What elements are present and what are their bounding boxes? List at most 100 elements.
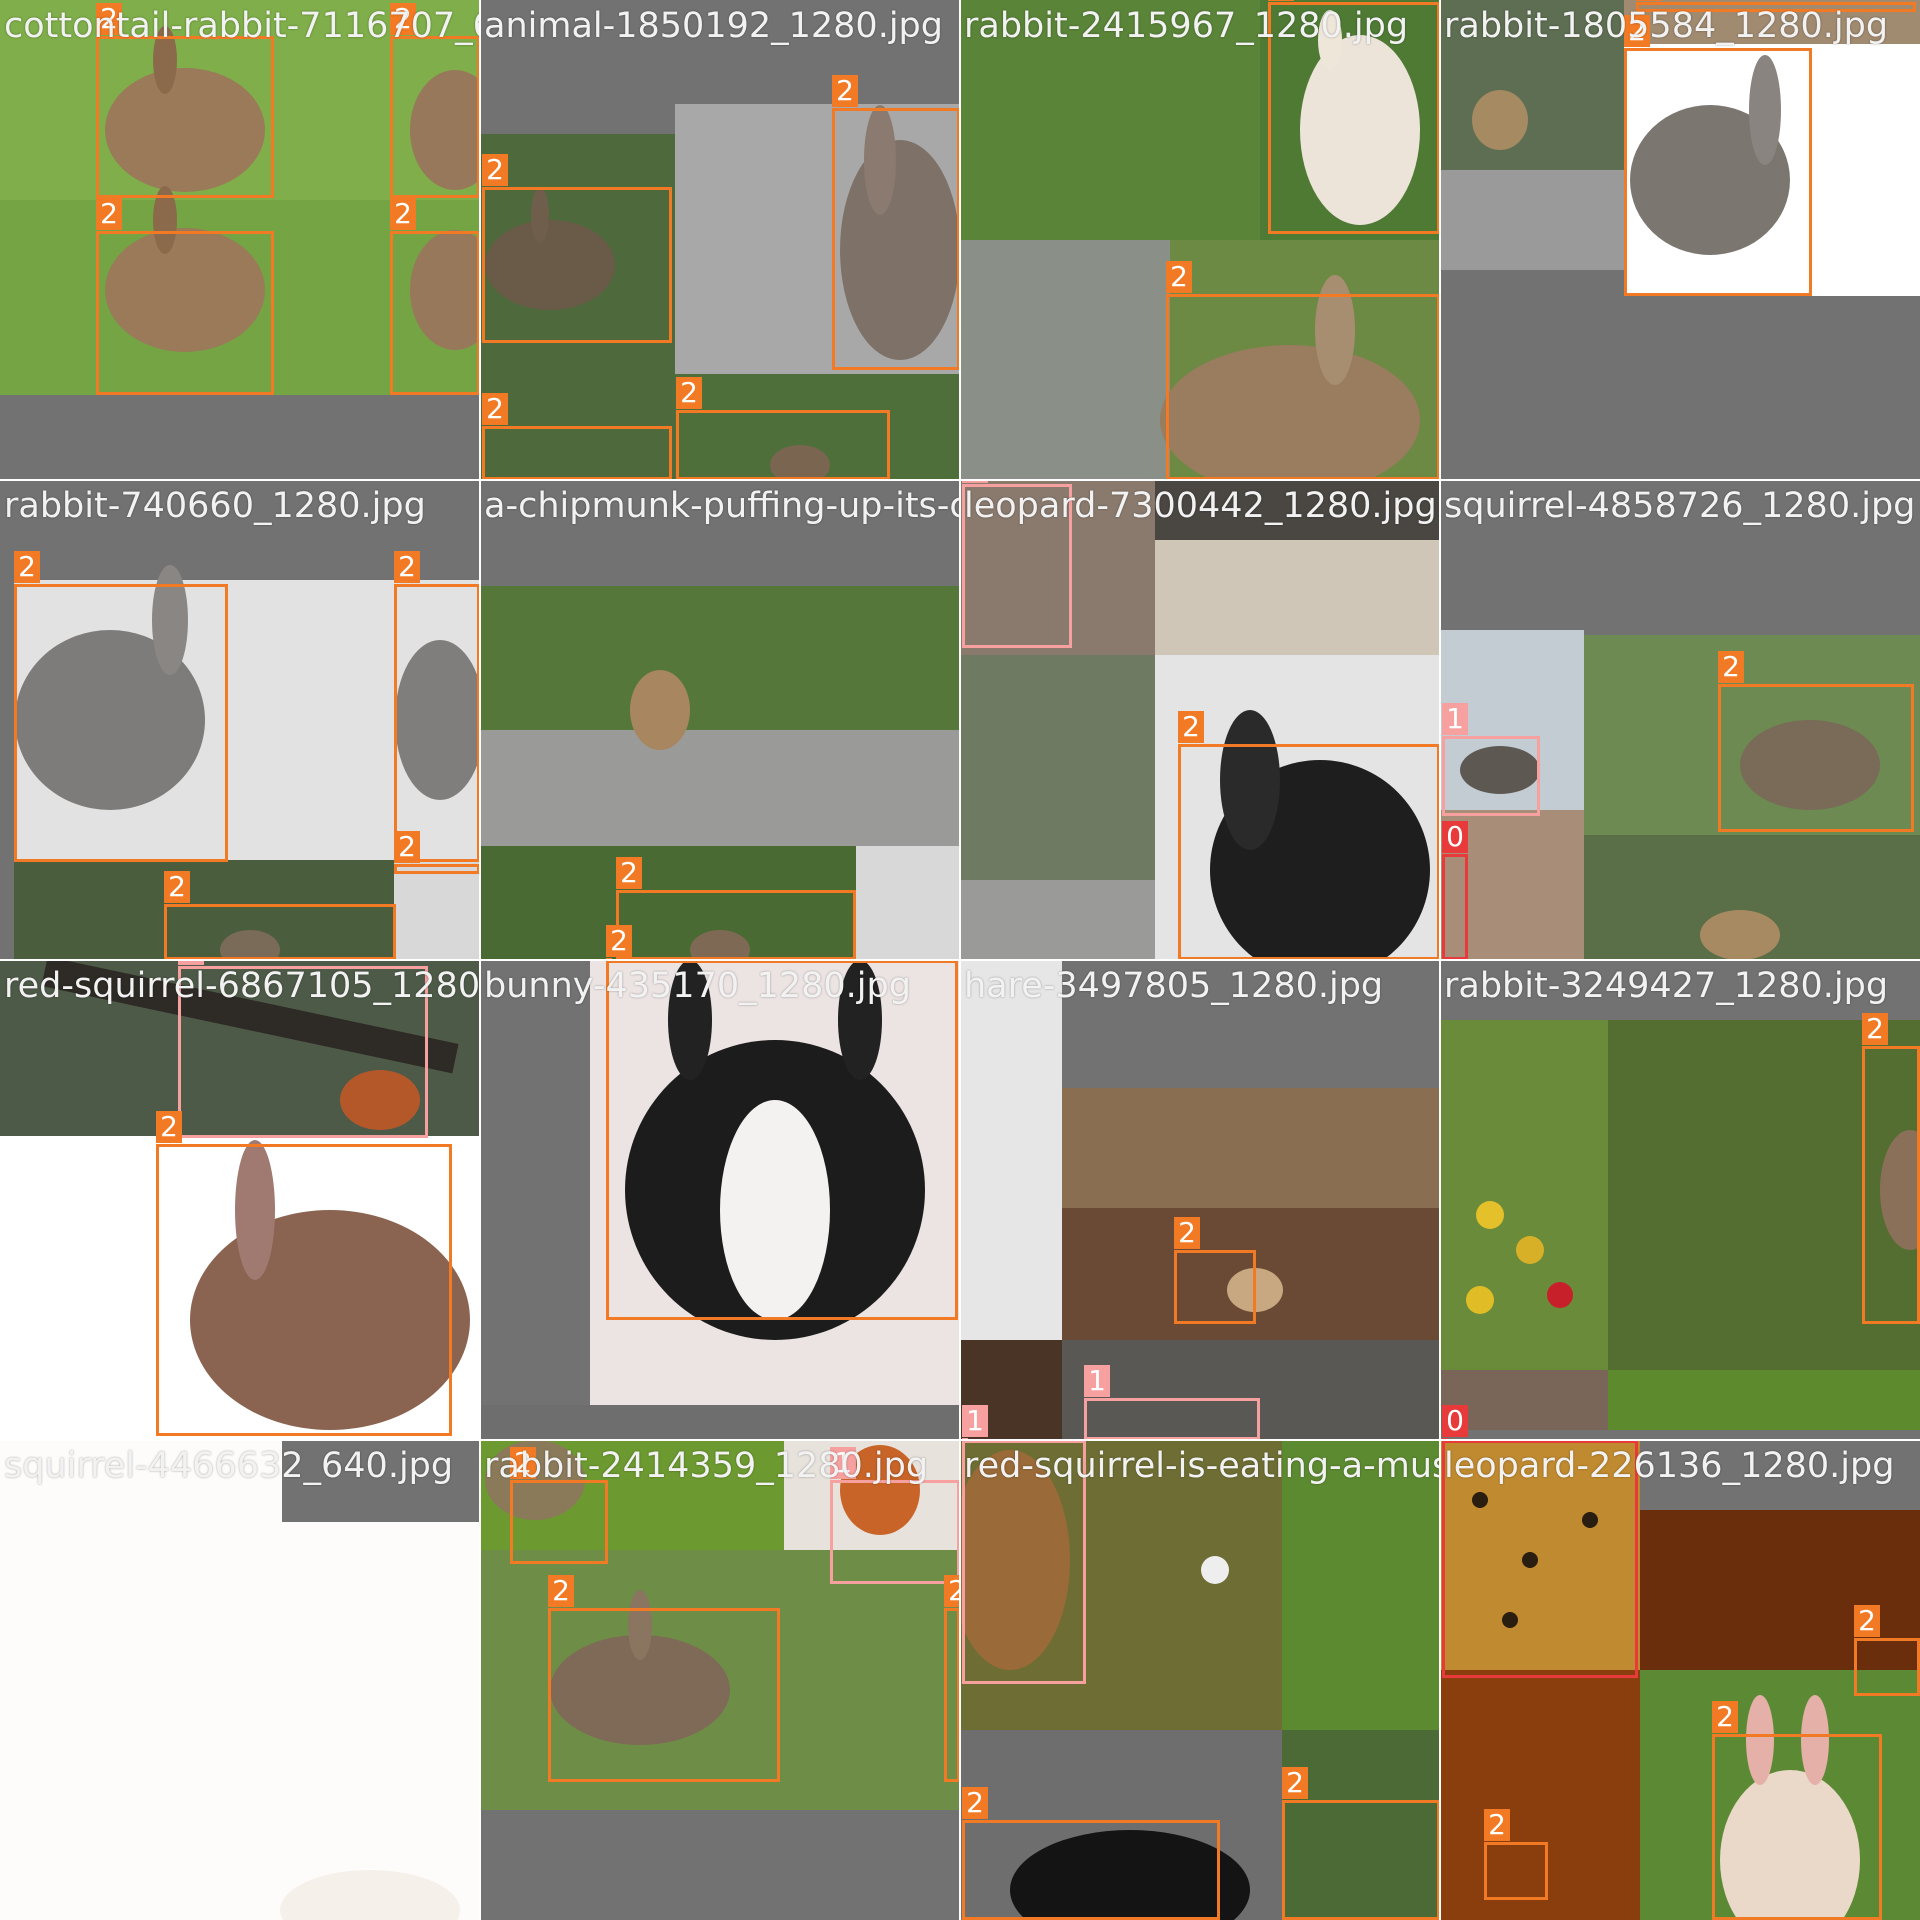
detection-box-class-2: 2: [1166, 261, 1440, 480]
class-tag: 2: [482, 154, 508, 186]
mosaic-tile[interactable]: 2 2 rabbit-2415967_1280.jpg: [960, 0, 1440, 480]
class-tag: 2: [394, 831, 420, 863]
tile-filename: red-squirrel-6867105_1280.jpg: [4, 966, 480, 1006]
mosaic-tile[interactable]: 2 2 2 2 rabbit-740660_1280.jpg: [0, 480, 480, 960]
detection-box-class-1: 1: [1442, 703, 1540, 816]
tile-filename: leopard-7300442_1280.jpg: [964, 486, 1437, 526]
class-tag: 2: [1282, 1767, 1308, 1799]
detection-box-class-2: 2: [1282, 1767, 1440, 1920]
class-tag: 2: [1718, 651, 1744, 683]
class-tag: 2: [962, 1787, 988, 1819]
detection-box-class-2: 2: [96, 198, 274, 395]
mosaic-tile[interactable]: 2 0 rabbit-3249427_1280.jpg: [1440, 960, 1920, 1440]
detection-box-class-2: 2: [1484, 1809, 1548, 1900]
detection-box-class-0: 0: [1442, 821, 1468, 960]
detection-box-class-2: 2: [1862, 1013, 1920, 1324]
detection-box-class-2: 2: [14, 551, 228, 862]
class-tag: 2: [548, 1575, 574, 1607]
tile-photo: [1440, 960, 1920, 1440]
image-mosaic-grid: 2 2 2 2 cottontail-rabbit-7116707_640.jp…: [0, 0, 1920, 1920]
mosaic-tile[interactable]: 2 2 2 2 animal-1850192_1280.jpg: [480, 0, 960, 480]
class-tag: 2: [1166, 261, 1192, 293]
detection-box-class-1: 1: [830, 1447, 960, 1584]
class-tag: 1: [1084, 1365, 1110, 1397]
detection-box-class-2: 2: [482, 154, 672, 343]
class-tag: 2: [606, 925, 632, 957]
class-tag: 0: [1442, 821, 1468, 853]
tile-filename: hare-3497805_1280.jpg: [964, 966, 1384, 1006]
class-tag: 2: [832, 75, 858, 107]
tile-filename: rabbit-3249427_1280.jpg: [1444, 966, 1889, 1006]
class-tag: 2: [1174, 1217, 1200, 1249]
detection-box-class-2: 2: [962, 1787, 1220, 1920]
detection-box-class-2: 2: [944, 1575, 960, 1782]
mosaic-tile[interactable]: 2 2 2 2 cottontail-rabbit-7116707_640.jp…: [0, 0, 480, 480]
class-tag: 2: [1268, 0, 1294, 1]
class-tag: 2: [616, 857, 642, 889]
detection-box-class-2: 2: [606, 960, 958, 1320]
detection-box-class-2: 2: [390, 198, 480, 395]
detection-box-class-1: 1: [1084, 1365, 1260, 1440]
detection-box-class-2: 2: [1624, 15, 1812, 296]
class-tag: 2: [164, 871, 190, 903]
mosaic-tile[interactable]: 2 1 2 2 rabbit-2414359_1280.jpg: [480, 1440, 960, 1920]
mosaic-tile[interactable]: squirrel-4466632_640.jpg: [0, 1440, 480, 1920]
grid-divider: [0, 1439, 1920, 1441]
class-tag: 2: [96, 198, 122, 230]
tile-filename: animal-1850192_1280.jpg: [484, 6, 943, 46]
tile-filename: cottontail-rabbit-7116707_640.jpg: [4, 6, 480, 46]
mosaic-tile[interactable]: 0 2 2 2 leopard-226136_1280.jpg: [1440, 1440, 1920, 1920]
class-tag: 2: [394, 551, 420, 583]
class-tag: 2: [944, 1575, 960, 1607]
tile-filename: squirrel-4466632_640.jpg: [4, 1446, 454, 1486]
tile-filename: bunny-435170_1280.jpg: [484, 966, 911, 1006]
detection-box-class-2: 2: [394, 551, 480, 862]
class-tag: 2: [1636, 0, 1662, 1]
mosaic-tile[interactable]: 2 bunny-435170_1280.jpg: [480, 960, 960, 1440]
detection-box-class-2: 2: [1178, 711, 1440, 960]
mosaic-tile[interactable]: 2 2 a-chipmunk-puffing-up-its-cheeks-and…: [480, 480, 960, 960]
grid-divider: [0, 959, 1920, 961]
grid-divider: [0, 479, 1920, 481]
detection-box-class-2: 2: [616, 857, 856, 960]
tile-filename: a-chipmunk-puffing-up-its-cheeks-and-che…: [484, 486, 960, 526]
class-tag: 2: [156, 1111, 182, 1143]
tile-photo: [480, 480, 960, 960]
tile-filename: leopard-226136_1280.jpg: [1444, 1446, 1895, 1486]
tile-filename: rabbit-740660_1280.jpg: [4, 486, 426, 526]
detection-box-class-2: 2: [1174, 1217, 1256, 1324]
detection-box-class-2: 2: [96, 3, 274, 198]
class-tag: 2: [1854, 1605, 1880, 1637]
class-tag: 1: [962, 1405, 988, 1437]
class-tag: 2: [482, 393, 508, 425]
tile-photo: [960, 960, 1440, 1440]
tile-photo: [0, 1440, 480, 1920]
class-tag: 2: [1862, 1013, 1888, 1045]
mosaic-tile[interactable]: 2 2 rabbit-1805584_1280.jpg: [1440, 0, 1920, 480]
tile-filename: red-squirrel-is-eating-a-mushroom: [964, 1446, 1440, 1486]
mosaic-tile[interactable]: 2 1 0 squirrel-4858726_1280.jpg: [1440, 480, 1920, 960]
detection-box-class-2: 2: [1854, 1605, 1920, 1696]
class-tag: 2: [14, 551, 40, 583]
class-tag: 1: [1442, 703, 1468, 735]
detection-box-class-2: 2: [1712, 1701, 1882, 1920]
class-tag: 2: [1484, 1809, 1510, 1841]
detection-box-class-2: 2: [1718, 651, 1914, 832]
detection-box-class-2: 2: [164, 871, 396, 960]
mosaic-tile[interactable]: 1 2 leopard-7300442_1280.jpg: [960, 480, 1440, 960]
mosaic-tile[interactable]: 1 2 2 red-squirrel-is-eating-a-mushroom: [960, 1440, 1440, 1920]
detection-box-class-2: 2: [548, 1575, 780, 1782]
detection-box-class-2: 2: [156, 1111, 452, 1436]
tile-filename: rabbit-2414359_1280.jpg: [484, 1446, 929, 1486]
detection-box-class-2: 2: [676, 377, 890, 480]
class-tag: 2: [1178, 711, 1204, 743]
detection-box-class-2: 2: [832, 75, 960, 370]
detection-box-class-2: 2: [390, 3, 480, 198]
mosaic-tile[interactable]: 2 1 1 hare-3497805_1280.jpg: [960, 960, 1440, 1440]
class-tag: 2: [1712, 1701, 1738, 1733]
class-tag: 2: [676, 377, 702, 409]
tile-filename: rabbit-1805584_1280.jpg: [1444, 6, 1889, 46]
mosaic-tile[interactable]: 1 2 red-squirrel-6867105_1280.jpg: [0, 960, 480, 1440]
tile-filename: squirrel-4858726_1280.jpg: [1444, 486, 1916, 526]
detection-box-class-2: 2: [482, 393, 672, 480]
